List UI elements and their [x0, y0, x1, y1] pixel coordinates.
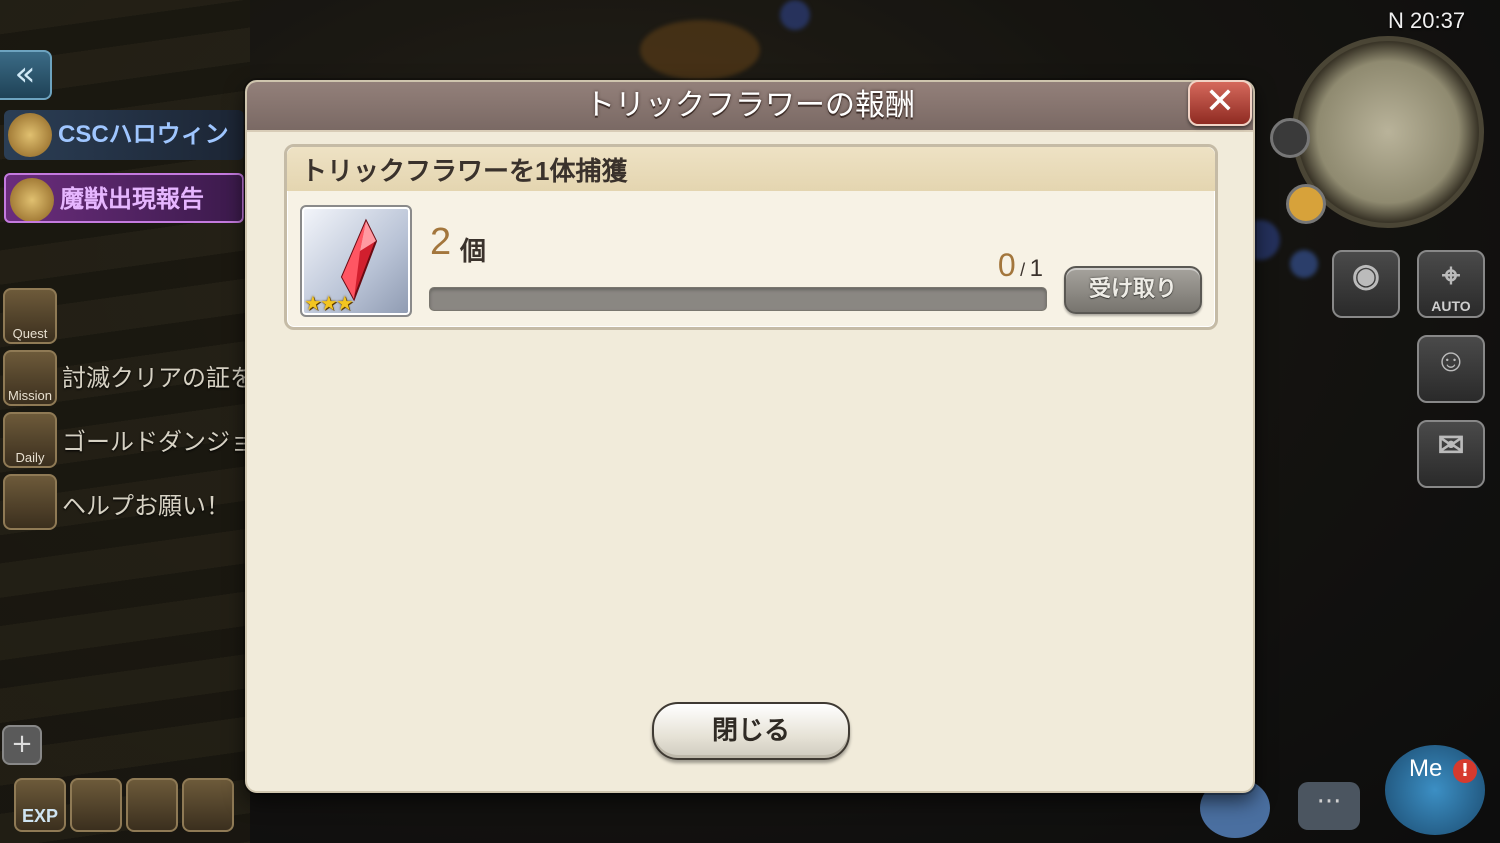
quest-label: Quest: [12, 326, 48, 341]
event-banner-label: CSCハロウィン: [58, 121, 229, 148]
party-button[interactable]: ☺: [1417, 335, 1485, 403]
reward-count: 2: [430, 221, 452, 263]
quest-description: トリックフラワーを1体捕獲: [301, 156, 628, 186]
auto-target-icon: ⌖: [1441, 257, 1461, 293]
progress-current: 0: [997, 247, 1016, 283]
rarity-stars: ★★★: [304, 291, 354, 315]
help-button[interactable]: [3, 474, 57, 530]
mission-label: Mission: [7, 388, 53, 403]
back-button[interactable]: «: [0, 50, 52, 100]
guild-mail-icon: ✉: [1437, 427, 1465, 463]
reward-item-slot[interactable]: ★★★: [300, 205, 412, 317]
progress-readout: 0 / 1: [987, 247, 1043, 284]
clock-time: 20:37: [1410, 8, 1466, 33]
chat-button[interactable]: ···: [1298, 782, 1360, 830]
reward-unit: 個: [460, 236, 487, 266]
notification-badge: !: [1453, 759, 1477, 783]
me-label: Me: [1409, 755, 1443, 782]
skull-badge-icon: [8, 113, 52, 157]
camera-button[interactable]: ◉: [1332, 250, 1400, 318]
auto-label: AUTO: [1431, 298, 1471, 314]
character-face-icon[interactable]: [1286, 184, 1326, 224]
quest-button[interactable]: Quest: [3, 288, 57, 344]
reward-dialog: トリックフラワーの報酬 ✕ トリックフラワーを1体捕獲 ★★★ 2 個 0 / …: [245, 80, 1255, 793]
chat-bubble-icon: ···: [1316, 787, 1342, 817]
daily-button[interactable]: Daily: [3, 412, 57, 468]
daily-label: Daily: [15, 450, 45, 465]
clock: N 20:37: [1388, 8, 1465, 34]
close-x-icon: ✕: [1204, 81, 1236, 122]
event-banner-halloween[interactable]: CSCハロウィン: [4, 110, 244, 160]
daily-text[interactable]: ゴールドダンジョ: [62, 422, 247, 457]
auto-button[interactable]: ⌖ AUTO: [1417, 250, 1485, 318]
double-chevron-left-icon: «: [14, 54, 36, 94]
me-button[interactable]: Me !: [1385, 745, 1485, 835]
close-button[interactable]: 閉じる: [652, 702, 850, 760]
event-banner-label: 魔獣出現報告: [60, 186, 204, 213]
minimap-toggle-icon[interactable]: [1270, 118, 1310, 158]
progress-total: 1: [1029, 255, 1043, 282]
claim-reward-button[interactable]: 受け取り: [1064, 266, 1202, 314]
mission-text[interactable]: 討滅クリアの証を: [62, 358, 247, 393]
speed-boost-button[interactable]: [126, 778, 178, 832]
drop-boost-button[interactable]: [182, 778, 234, 832]
quest-reward-card: トリックフラワーを1体捕獲 ★★★ 2 個 0 / 1 受け取り: [284, 144, 1218, 330]
add-shortcut-button[interactable]: +: [2, 725, 42, 765]
camera-icon: ◉: [1352, 257, 1380, 293]
plus-icon: +: [11, 729, 33, 759]
gold-boost-button[interactable]: [70, 778, 122, 832]
mission-button[interactable]: Mission: [3, 350, 57, 406]
exp-boost-button[interactable]: EXP: [14, 778, 66, 832]
progress-bar: [429, 287, 1047, 311]
beast-icon: [10, 178, 54, 221]
compass-north-label: N: [1388, 8, 1404, 33]
progress-separator: /: [1020, 260, 1026, 280]
guild-mail-button[interactable]: ✉: [1417, 420, 1485, 488]
event-banner-beast-report[interactable]: 魔獣出現報告: [4, 173, 244, 223]
exp-label: EXP: [21, 806, 59, 826]
dialog-title: トリックフラワーの報酬: [585, 89, 915, 122]
help-text[interactable]: ヘルプお願い！: [62, 486, 247, 521]
party-icon: ☺: [1434, 342, 1468, 378]
close-dialog-button[interactable]: ✕: [1188, 80, 1252, 126]
